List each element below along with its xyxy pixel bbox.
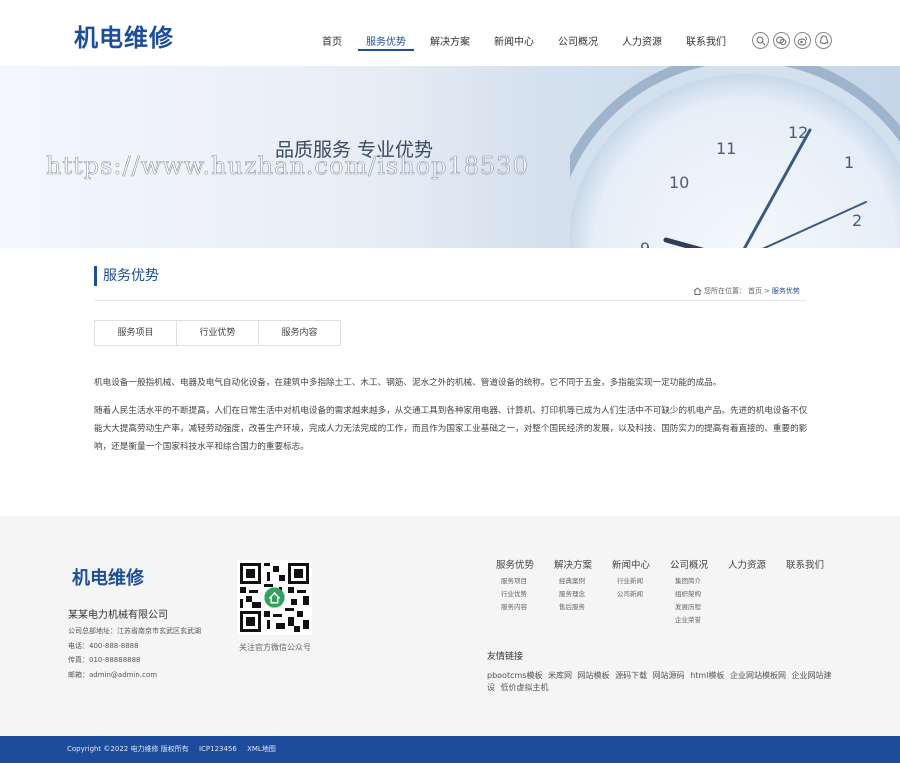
footer-phone: 电话：400-888-8888 (68, 641, 139, 650)
footer-logo[interactable]: 机电维修 (72, 564, 144, 590)
clock-number-9: 9 (640, 239, 650, 248)
footer-email: 邮箱：admin@admin.com (68, 670, 158, 679)
hero-banner: 11 12 1 10 2 9 3 品质服务 专业优势 https://www.h… (0, 66, 900, 248)
nav-item-company[interactable]: 公司概况 (546, 36, 610, 54)
site-logo[interactable]: 机电维修 (74, 18, 174, 53)
footer-nav-column: 新闻中心 行业新闻 公司新闻 (604, 557, 662, 627)
footer-nav-link[interactable]: 售后服务 (554, 601, 604, 614)
nav-item-home[interactable]: 首页 (310, 36, 354, 54)
qr-code-image (237, 560, 312, 635)
footer-nav-link[interactable]: 行业新闻 (612, 575, 662, 588)
footer-contact-info: 公司总部地址：江苏省南京市玄武区玄武湖 电话：400-888-8888 传真：0… (68, 624, 201, 682)
footer-nav-column: 服务优势 服务项目 行业优势 服务内容 (488, 557, 546, 627)
friend-links: pbootcms模板 米库网 网站模板 源码下载 网站源码 html模板 企业网… (487, 670, 837, 694)
breadcrumb-prefix: 您所在位置： (704, 287, 746, 295)
footer-address: 公司总部地址：江苏省南京市玄武区玄武湖 (68, 627, 201, 635)
copyright-text: Copyright ©2022 电力维修 版权所有 (67, 745, 189, 753)
article-paragraph: 机电设备一般指机械、电器及电气自动化设备，在建筑中多指除土工、木工、钢筋、泥水之… (94, 378, 722, 388)
footer-nav-link[interactable]: 公司新闻 (612, 588, 662, 601)
breadcrumb-separator: > (764, 287, 770, 295)
footer-nav-link[interactable]: 组织架构 (670, 588, 720, 601)
friend-link[interactable]: 米库网 (548, 671, 572, 680)
friend-link[interactable]: pbootcms模板 (487, 671, 542, 680)
friend-link[interactable]: 源码下载 (615, 671, 647, 680)
footer-nav-title[interactable]: 人力资源 (728, 557, 778, 571)
friend-links-title: 友情链接 (487, 652, 524, 662)
friend-link[interactable]: 网站模板 (578, 671, 610, 680)
nav-item-contact[interactable]: 联系我们 (674, 36, 738, 54)
footer-nav-title[interactable]: 公司概况 (670, 557, 720, 571)
article-paragraph: 随着人民生活水平的不断提高，人们在日常生活中对机电设备的需求越来越多，从交通工具… (94, 406, 808, 452)
tab-industry-advantage[interactable]: 行业优势 (176, 320, 259, 346)
nav-item-news[interactable]: 新闻中心 (482, 36, 546, 54)
footer-nav-column: 公司概况 集团简介 组织架构 发展历程 企业荣誉 (662, 557, 720, 627)
footer-nav-title[interactable]: 服务优势 (496, 557, 546, 571)
clock-number-2: 2 (852, 211, 862, 230)
friend-link[interactable]: html模板 (690, 671, 724, 680)
icp-link[interactable]: ICP123456 (199, 745, 237, 753)
nav-item-service-advantage[interactable]: 服务优势 (354, 36, 418, 54)
breadcrumb-home[interactable]: 首页 (748, 286, 762, 296)
friend-link[interactable]: 网站源码 (653, 671, 685, 680)
footer-nav-title[interactable]: 解决方案 (554, 557, 604, 571)
footer-nav-link[interactable]: 行业优势 (496, 588, 546, 601)
breadcrumb-current[interactable]: 服务优势 (772, 286, 800, 296)
footer-nav-link[interactable]: 服务内容 (496, 601, 546, 614)
friend-link[interactable]: 企业网站模板网 (730, 671, 786, 680)
copyright-bar: Copyright ©2022 电力维修 版权所有 ICP123456 XML地… (0, 736, 900, 763)
site-footer: 机电维修 某某电力机械有限公司 公司总部地址：江苏省南京市玄武区玄武湖 电话：4… (0, 516, 900, 736)
footer-nav-title[interactable]: 新闻中心 (612, 557, 662, 571)
clock-number-1: 1 (844, 153, 854, 172)
footer-nav-link[interactable]: 集团简介 (670, 575, 720, 588)
watermark-text: https://www.huzhan.com/ishop18530 (46, 152, 529, 181)
tab-service-content[interactable]: 服务内容 (258, 320, 341, 346)
weibo-icon[interactable] (794, 32, 811, 49)
footer-fax: 传真：010-88888888 (68, 656, 141, 664)
nav-item-solutions[interactable]: 解决方案 (418, 36, 482, 54)
home-icon (693, 287, 702, 295)
clock-number-10: 10 (669, 173, 689, 192)
footer-nav-link[interactable]: 经典案例 (554, 575, 604, 588)
nav-item-hr[interactable]: 人力资源 (610, 36, 674, 54)
qq-icon[interactable] (815, 32, 832, 49)
footer-nav-column: 联系我们 (778, 557, 836, 627)
clock-illustration: 11 12 1 10 2 9 3 (570, 66, 900, 248)
qr-caption: 关注官方微信公众号 (239, 643, 311, 652)
footer-company-name: 某某电力机械有限公司 (68, 610, 168, 621)
subnav-tabs: 服务项目 行业优势 服务内容 (94, 320, 341, 346)
main-nav: 首页 服务优势 解决方案 新闻中心 公司概况 人力资源 联系我们 (310, 36, 738, 54)
header-icons (752, 32, 832, 49)
footer-nav-column: 人力资源 (720, 557, 778, 627)
tab-service-items[interactable]: 服务项目 (94, 320, 177, 346)
page-title: 服务优势 (94, 266, 159, 286)
footer-nav-column: 解决方案 经典案例 服务理念 售后服务 (546, 557, 604, 627)
site-header: 机电维修 首页 服务优势 解决方案 新闻中心 公司概况 人力资源 联系我们 (0, 0, 900, 66)
footer-nav-link[interactable]: 服务项目 (496, 575, 546, 588)
breadcrumb: 您所在位置： 首页 > 服务优势 (693, 286, 800, 296)
footer-nav-link[interactable]: 服务理念 (554, 588, 604, 601)
footer-nav-link[interactable]: 发展历程 (670, 601, 720, 614)
footer-nav-title[interactable]: 联系我们 (786, 557, 836, 571)
footer-nav-link[interactable]: 企业荣誉 (670, 614, 720, 627)
friend-link[interactable]: 低价虚拟主机 (501, 683, 549, 692)
section-divider (94, 300, 806, 301)
clock-number-11: 11 (716, 139, 736, 158)
sitemap-link[interactable]: XML地图 (247, 745, 276, 753)
article-content: 机电设备一般指机械、电器及电气自动化设备，在建筑中多指除土工、木工、钢筋、泥水之… (94, 374, 808, 466)
search-icon[interactable] (752, 32, 769, 49)
wechat-icon[interactable] (773, 32, 790, 49)
footer-nav: 服务优势 服务项目 行业优势 服务内容 解决方案 经典案例 服务理念 售后服务 … (488, 557, 836, 627)
